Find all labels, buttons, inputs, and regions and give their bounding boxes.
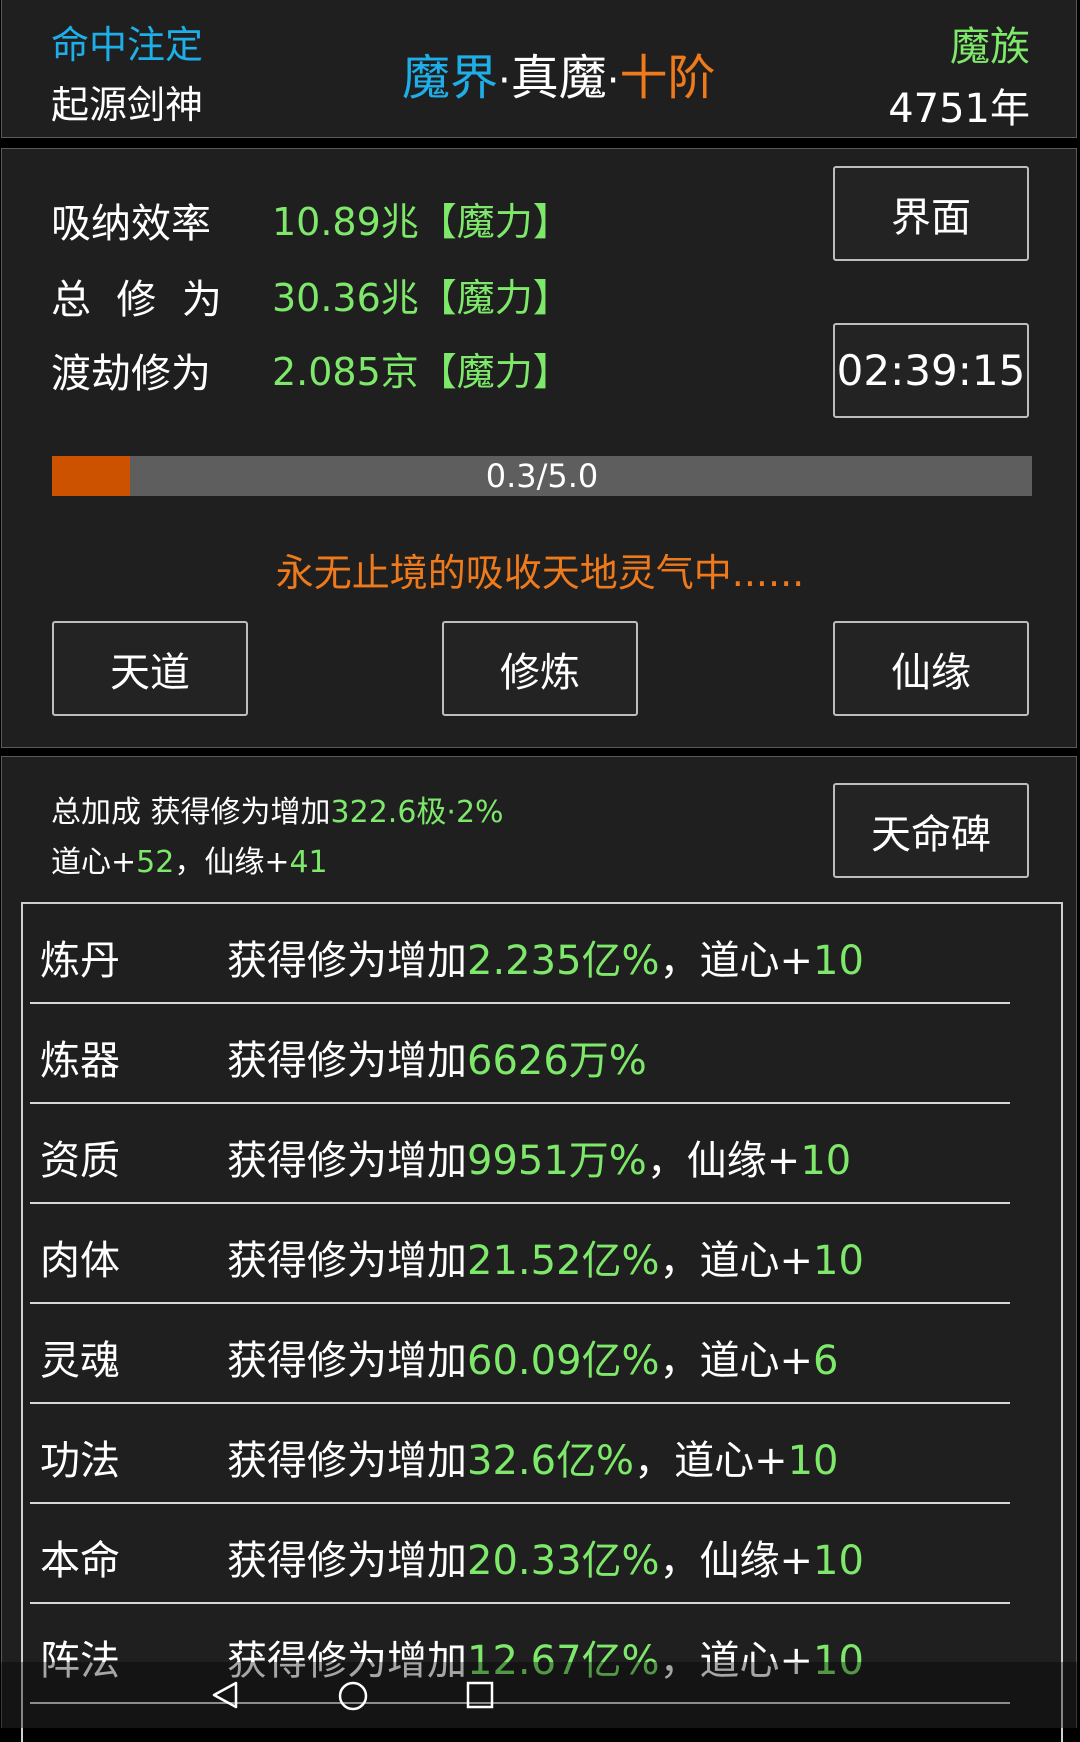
bonus-row-suffix: ，道心+ <box>659 938 814 984</box>
back-icon[interactable] <box>210 1680 240 1710</box>
bonus-attributes: 道心+52，仙缘+41 <box>51 837 328 881</box>
tribulation-value: 2.085京【魔力】 <box>272 350 571 394</box>
heaven-dao-button[interactable]: 天道 <box>52 621 248 716</box>
bonus-row-extra: 10 <box>813 1538 864 1584</box>
recent-apps-icon[interactable] <box>465 1680 495 1710</box>
bonus-row-value: 21.52亿% <box>467 1238 660 1284</box>
absorb-rate-value: 10.89兆【魔力】 <box>272 200 571 244</box>
interface-button[interactable]: 界面 <box>833 166 1029 261</box>
fate-label: 命中注定 <box>51 23 204 67</box>
cultivate-button[interactable]: 修炼 <box>442 621 638 716</box>
dao-heart-value: 52 <box>136 845 175 880</box>
race-label: 魔族 <box>950 24 1030 70</box>
bonus-row[interactable]: 炼丹 获得修为增加2.235亿%，道心+10 <box>30 904 1010 1004</box>
fate-value: 起源剑神 <box>51 83 204 127</box>
bonus-row-name: 本命 <box>40 1538 120 1584</box>
bonus-row-prefix: 获得修为增加 <box>227 1438 467 1484</box>
bonus-row[interactable]: 本命 获得修为增加20.33亿%，仙缘+10 <box>30 1504 1010 1604</box>
bonus-row-value: 6626万% <box>467 1038 647 1084</box>
bonus-row-prefix: 获得修为增加 <box>227 1238 467 1284</box>
bonus-row-name: 功法 <box>40 1438 120 1484</box>
bonus-panel: 总加成 获得修为增加322.6极·2% 道心+52，仙缘+41 天命碑 炼丹 获得… <box>1 756 1077 1742</box>
bonus-separator: ， <box>174 845 205 880</box>
total-cultivation-value: 30.36兆【魔力】 <box>272 276 571 320</box>
bonus-row[interactable]: 灵魂 获得修为增加60.09亿%，道心+6 <box>30 1304 1010 1404</box>
bonus-row-extra: 10 <box>787 1438 839 1484</box>
absorb-rate-label: 吸纳效率 <box>51 201 211 247</box>
bonus-row-value: 9951万% <box>467 1138 647 1184</box>
tribulation-label: 渡劫修为 <box>51 351 211 397</box>
total-cultivation-label: 总 修 为 <box>51 277 222 323</box>
bonus-row-suffix: ，道心+ <box>634 1438 788 1484</box>
status-message: 永无止境的吸收天地灵气中...... <box>275 551 805 595</box>
home-icon[interactable] <box>337 1680 369 1712</box>
bonus-row[interactable]: 资质 获得修为增加9951万%，仙缘+10 <box>30 1104 1010 1204</box>
bonus-row[interactable]: 肉体 获得修为增加21.52亿%，道心+10 <box>30 1204 1010 1304</box>
immortal-fate-value: 41 <box>289 845 328 880</box>
immortal-fate-label: 仙缘+ <box>204 845 290 880</box>
bonus-summary-value: 322.6极·2% <box>330 795 504 830</box>
bonus-row-extra: 10 <box>813 938 864 984</box>
bonus-row-value: 60.09亿% <box>467 1338 660 1384</box>
bonus-row-value: 32.6亿% <box>467 1438 635 1484</box>
bonus-row-name: 资质 <box>40 1138 120 1184</box>
progress-bar: 0.3/5.0 <box>52 456 1032 496</box>
immortal-fate-button[interactable]: 仙缘 <box>833 621 1029 716</box>
bonus-row-name: 灵魂 <box>40 1338 120 1384</box>
bonus-summary-prefix: 总加成 获得修为增加 <box>51 795 331 830</box>
bonus-row[interactable]: 功法 获得修为增加32.6亿%，道心+10 <box>30 1404 1010 1504</box>
year-label: 4751年 <box>888 86 1030 132</box>
bonus-row-extra: 6 <box>813 1338 839 1384</box>
bonus-row-extra: 10 <box>800 1138 852 1184</box>
header-panel: 命中注定 起源剑神 魔界·真魔·十阶 魔族 4751年 <box>1 0 1077 138</box>
realm-level: 十阶 <box>619 50 716 106</box>
destiny-tablet-button[interactable]: 天命碑 <box>833 783 1029 878</box>
bonus-row-description: 获得修为增加6626万% <box>227 1028 647 1086</box>
progress-text: 0.3/5.0 <box>485 457 599 495</box>
bonus-row-suffix: ，道心+ <box>659 1238 814 1284</box>
bonus-row-prefix: 获得修为增加 <box>227 1138 467 1184</box>
bonus-row-prefix: 获得修为增加 <box>227 1338 467 1384</box>
dao-heart-label: 道心+ <box>51 845 137 880</box>
bonus-row[interactable]: 炼器 获得修为增加6626万% <box>30 1004 1010 1104</box>
stats-panel: 吸纳效率 10.89兆【魔力】 总 修 为 30.36兆【魔力】 渡劫修为 2.… <box>1 148 1077 748</box>
realm-title: 魔界·真魔·十阶 <box>402 38 715 108</box>
bonus-row-description: 获得修为增加20.33亿%，仙缘+10 <box>227 1528 864 1586</box>
bonus-row-suffix: ，仙缘+ <box>659 1538 814 1584</box>
bonus-row-prefix: 获得修为增加 <box>227 1038 467 1084</box>
bonus-row-suffix: ，仙缘+ <box>646 1138 801 1184</box>
bonus-row-name: 炼器 <box>40 1038 120 1084</box>
bonus-row-value: 2.235亿% <box>467 938 660 984</box>
bonus-row-prefix: 获得修为增加 <box>227 938 467 984</box>
bonus-summary: 总加成 获得修为增加322.6极·2% <box>51 787 504 831</box>
bonus-row-description: 获得修为增加9951万%，仙缘+10 <box>227 1128 851 1186</box>
bonus-row-description: 获得修为增加60.09亿%，道心+6 <box>227 1328 839 1386</box>
bonus-row-description: 获得修为增加32.6亿%，道心+10 <box>227 1428 839 1486</box>
bonus-row-suffix: ，道心+ <box>659 1338 814 1384</box>
timer-display: 02:39:15 <box>833 323 1029 418</box>
bonus-row-name: 炼丹 <box>40 938 120 984</box>
realm-world: 魔界 <box>402 50 499 106</box>
realm-separator: · <box>606 58 620 104</box>
bonus-row-extra: 10 <box>813 1238 864 1284</box>
system-navbar <box>0 1662 1080 1728</box>
bonus-row-prefix: 获得修为增加 <box>227 1538 467 1584</box>
bonus-row-name: 肉体 <box>40 1238 120 1284</box>
bonus-row-description: 获得修为增加21.52亿%，道心+10 <box>227 1228 864 1286</box>
realm-separator: · <box>498 58 511 104</box>
bonus-row-description: 获得修为增加2.235亿%，道心+10 <box>227 928 864 986</box>
bonus-row-value: 20.33亿% <box>467 1538 660 1584</box>
realm-stage: 真魔 <box>510 50 607 106</box>
